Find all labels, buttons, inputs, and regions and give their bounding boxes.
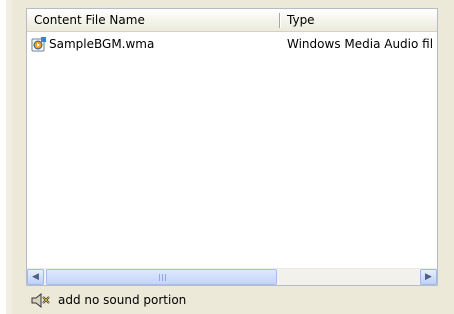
mute-speaker-icon	[31, 292, 50, 308]
list-item[interactable]: SampleBGM.wma Windows Media Audio fil	[27, 34, 437, 54]
list-header: Content File Name Type	[27, 9, 437, 32]
scroll-right-button[interactable]: ▶	[420, 269, 437, 285]
sound-status: add no sound portion	[30, 290, 186, 310]
column-header-content-file-name[interactable]: Content File Name	[27, 9, 280, 31]
file-name: SampleBGM.wma	[49, 37, 155, 51]
file-name-cell[interactable]: SampleBGM.wma	[31, 34, 276, 54]
scroll-right-icon: ▶	[425, 271, 432, 282]
scrollbar-thumb[interactable]	[46, 269, 277, 285]
content-file-list[interactable]: Content File Name Type SampleBGM.wma Win…	[26, 8, 438, 286]
scrollbar-grip-icon	[158, 274, 166, 281]
window-edge	[0, 0, 12, 314]
status-label: add no sound portion	[58, 293, 187, 307]
column-header-type[interactable]: Type	[280, 9, 437, 31]
scroll-left-button[interactable]: ◀	[27, 269, 44, 285]
scroll-left-icon: ◀	[32, 271, 39, 282]
file-type-cell: Windows Media Audio fil	[287, 37, 434, 51]
horizontal-scrollbar[interactable]: ◀ ▶	[27, 268, 437, 285]
media-file-icon	[31, 37, 46, 52]
